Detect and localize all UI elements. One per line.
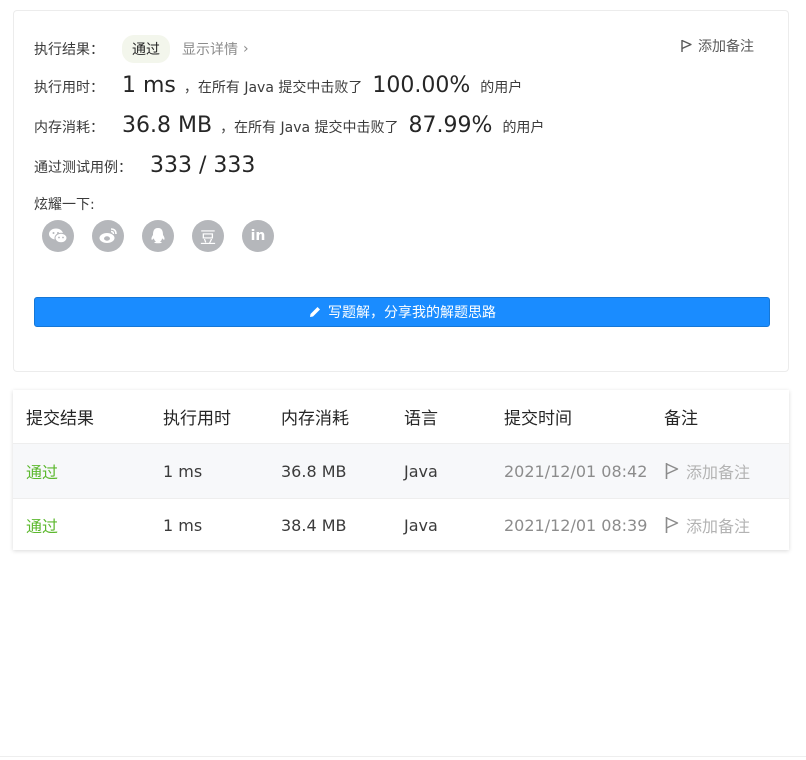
runtime-beat-text: ，在所有 Java 提交中击败了 [183,80,363,96]
pencil-icon [310,307,320,317]
submissions-table: 提交结果 执行用时 内存消耗 语言 提交时间 备注 通过 1 ms 36.8 M… [13,390,789,550]
linkedin-glyph: in [250,228,266,244]
row-add-note-button[interactable]: 添加备注 [664,459,750,483]
row-memory: 36.8 MB [281,461,347,481]
row-status[interactable]: 通过 [26,459,58,483]
qq-icon[interactable] [142,220,174,252]
douban-glyph: 豆 [199,228,216,247]
runtime-label: 执行用时： [34,80,104,96]
share-label: 炫耀一下: [34,197,95,213]
row-status[interactable]: 通过 [26,513,58,537]
memory-value: 36.8 MB [122,113,213,138]
tests-row: 通过测试用例： 333 / 333 [34,153,255,178]
header-time[interactable]: 提交时间 [504,404,572,429]
header-language[interactable]: 语言 [404,404,438,429]
wechat-icon[interactable] [42,220,74,252]
flag-icon [665,463,679,479]
write-solution-button[interactable]: 写题解，分享我的解题思路 [34,297,770,327]
runtime-value: 1 ms [122,73,176,98]
add-note-label: 添加备注 [698,39,754,55]
runtime-percent: 100.00% [372,73,471,98]
share-row-label: 炫耀一下: [34,194,95,214]
show-details-label: 显示详情 [182,42,238,58]
header-memory[interactable]: 内存消耗 [281,404,349,429]
row-runtime: 1 ms [163,461,203,481]
share-buttons: 豆 in [42,220,292,252]
bottom-divider [0,756,806,757]
table-row: 通过 1 ms 36.8 MB Java 2021/12/01 08:42 添加… [13,444,789,499]
write-solution-label: 写题解，分享我的解题思路 [328,305,496,321]
row-language: Java [404,515,438,535]
tests-value: 333 / 333 [150,153,256,178]
memory-beat-text: ，在所有 Java 提交中击败了 [220,120,399,136]
tests-label: 通过测试用例： [34,160,132,176]
runtime-suffix: 的用户 [480,80,523,96]
header-runtime[interactable]: 执行用时 [163,404,231,429]
runtime-row: 执行用时： 1 ms ，在所有 Java 提交中击败了 100.00% 的用户 [34,73,522,98]
memory-suffix: 的用户 [502,120,545,136]
result-card: 执行结果： 通过 显示详情 › 添加备注 执行用时： 1 ms ，在所有 Jav… [13,10,789,372]
row-add-note-label: 添加备注 [686,463,751,482]
flag-icon [665,517,679,533]
table-row: 通过 1 ms 38.4 MB Java 2021/12/01 08:39 添加… [13,498,789,552]
row-add-note-button[interactable]: 添加备注 [664,513,750,537]
linkedin-icon[interactable]: in [242,220,274,252]
status-badge: 通过 [122,35,170,63]
memory-label: 内存消耗： [34,120,104,136]
flag-icon [681,39,692,52]
row-time: 2021/12/01 08:42 [504,461,648,481]
header-status[interactable]: 提交结果 [26,404,94,429]
result-row: 执行结果： 通过 显示详情 › [34,35,249,63]
memory-row: 内存消耗： 36.8 MB ，在所有 Java 提交中击败了 87.99% 的用… [34,113,544,138]
row-runtime: 1 ms [163,515,203,535]
douban-icon[interactable]: 豆 [192,220,224,252]
header-note: 备注 [664,409,698,429]
memory-percent: 87.99% [408,113,493,138]
add-note-button[interactable]: 添加备注 [680,36,754,56]
table-header: 提交结果 执行用时 内存消耗 语言 提交时间 备注 [13,390,789,444]
row-add-note-label: 添加备注 [686,517,751,536]
row-language: Java [404,461,438,481]
result-label: 执行结果： [34,42,104,58]
weibo-icon[interactable] [92,220,124,252]
show-details-link[interactable]: 显示详情 › [182,39,249,59]
chevron-right-icon: › [243,41,249,57]
row-time: 2021/12/01 08:39 [504,515,648,535]
row-memory: 38.4 MB [281,515,347,535]
